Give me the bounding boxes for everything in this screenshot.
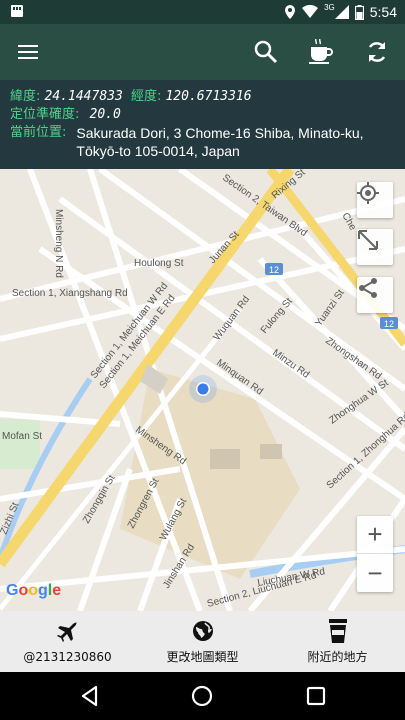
street-label: Minzu Rd xyxy=(270,347,311,380)
address-label: 當前位置: xyxy=(10,125,67,140)
search-button[interactable] xyxy=(248,34,284,70)
route-shield-12-right: 12 xyxy=(380,317,398,329)
address-value: Sakurada Dori, 3 Chome-16 Shiba, Minato-… xyxy=(76,125,364,159)
coffee-button[interactable] xyxy=(303,34,339,70)
building xyxy=(210,449,240,469)
my-location-button[interactable] xyxy=(357,182,393,218)
google-logo: Google xyxy=(6,582,62,599)
cup-icon xyxy=(328,619,347,643)
nearby-places-action[interactable]: 附近的地方 xyxy=(270,611,405,672)
airplane-label: @2131230860 xyxy=(23,649,112,664)
bottom-action-bar: @2131230860 更改地圖類型 附近的地方 xyxy=(0,611,405,672)
globe-icon xyxy=(192,621,213,641)
street-label: Zhongshan Rd xyxy=(323,335,383,382)
recents-icon[interactable] xyxy=(304,684,328,708)
longitude-value: 120.6713316 xyxy=(165,89,252,104)
accuracy-value: 20.0 xyxy=(89,107,121,122)
signal-label: 3G xyxy=(324,2,335,12)
street-label: Section 1, Xiangshang Rd xyxy=(12,288,128,299)
street-label: Fulong St xyxy=(259,296,295,336)
building xyxy=(260,444,282,459)
battery-icon xyxy=(354,4,364,20)
airplane-icon xyxy=(56,621,77,642)
back-icon[interactable] xyxy=(78,684,102,708)
status-time: 5:54 xyxy=(369,4,397,20)
street-label: Minsheng N Rd xyxy=(53,209,64,278)
menu-icon xyxy=(18,45,38,59)
street-label: Mofan St xyxy=(2,431,42,442)
airplane-action[interactable]: @2131230860 xyxy=(0,611,135,672)
refresh-button[interactable] xyxy=(359,34,395,70)
accuracy-label: 定位準確度: xyxy=(10,107,80,122)
cellular-icon xyxy=(334,5,349,19)
nearby-places-label: 附近的地方 xyxy=(307,650,368,664)
shield-label: 12 xyxy=(384,319,394,329)
wifi-icon xyxy=(302,5,319,18)
share-button[interactable] xyxy=(357,277,393,313)
expand-icon xyxy=(358,230,378,250)
latitude-value: 24.1447833 xyxy=(44,89,123,104)
location-info-panel: 緯度: 24.1447833 經度: 120.6713316 定位準確度: 20… xyxy=(0,80,405,169)
coffee-icon xyxy=(309,39,333,64)
fullscreen-button[interactable] xyxy=(357,229,393,265)
zoom-out-button[interactable]: − xyxy=(357,554,393,592)
map-view[interactable]: 12 12 Minsheng N Rd Houlong St Section 1… xyxy=(0,169,405,611)
menu-button[interactable] xyxy=(10,34,46,70)
share-icon xyxy=(359,278,377,298)
status-bar: 3G 5:54 xyxy=(0,0,405,24)
current-location-marker xyxy=(189,375,217,403)
home-icon[interactable] xyxy=(190,684,214,708)
app-bar xyxy=(0,24,405,80)
system-nav-bar xyxy=(0,672,405,720)
search-icon xyxy=(254,40,278,64)
shield-label: 12 xyxy=(269,265,279,275)
latitude-label: 緯度: xyxy=(10,89,41,104)
park-area xyxy=(0,419,40,469)
longitude-label: 經度: xyxy=(130,89,162,104)
map-type-label: 更改地圖類型 xyxy=(166,650,239,664)
coordinates-row: 緯度: 24.1447833 經度: 120.6713316 xyxy=(10,88,395,106)
location-icon xyxy=(285,5,296,19)
map-type-action[interactable]: 更改地圖類型 xyxy=(135,611,270,672)
my-location-icon xyxy=(357,182,379,204)
address-row: 當前位置: Sakurada Dori, 3 Chome-16 Shiba, M… xyxy=(10,124,395,160)
street-label: Yuanzi St xyxy=(313,288,346,329)
map-canvas[interactable]: 12 12 Minsheng N Rd Houlong St Section 1… xyxy=(0,169,405,611)
zoom-controls: + − xyxy=(357,516,393,592)
street-label: Houlong St xyxy=(134,258,184,269)
notification-icon xyxy=(11,5,23,17)
route-shield-12-top: 12 xyxy=(265,263,283,275)
refresh-icon xyxy=(368,42,386,62)
accuracy-row: 定位準確度: 20.0 xyxy=(10,106,395,124)
zoom-in-button[interactable]: + xyxy=(357,516,393,554)
